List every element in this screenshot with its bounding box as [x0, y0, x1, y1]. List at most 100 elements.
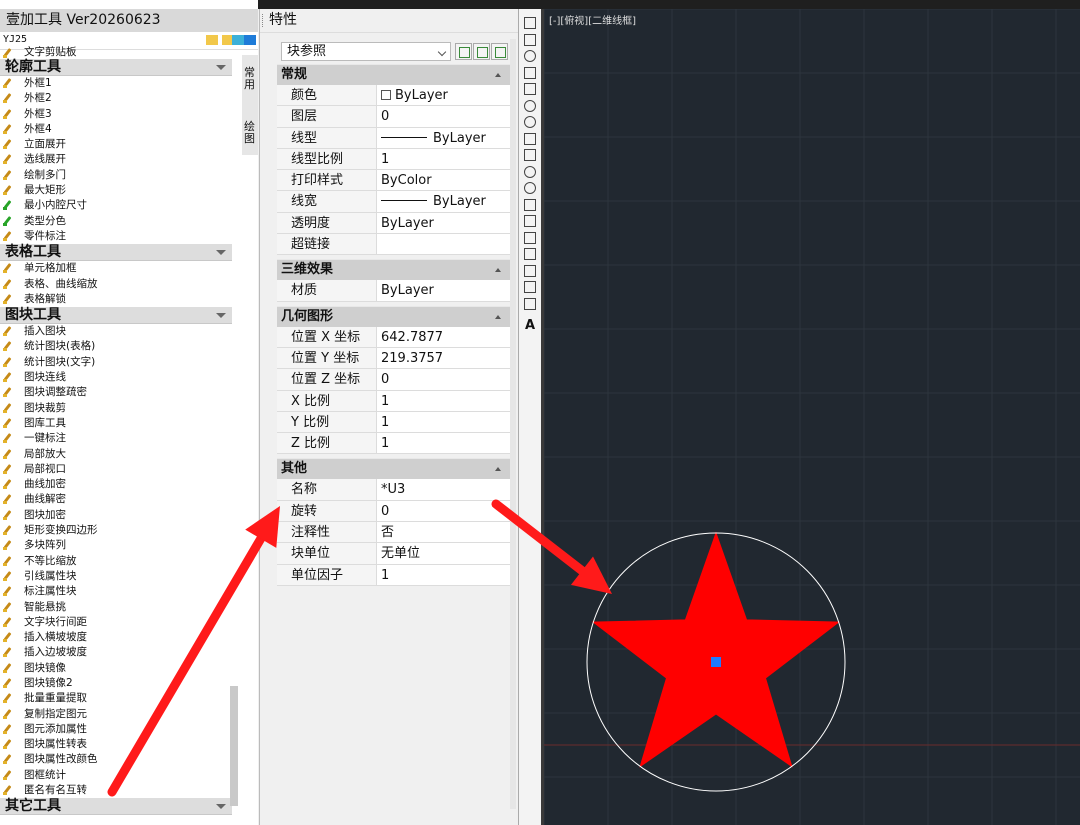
tool-item[interactable]: 矩形变换四边形 [0, 523, 232, 538]
quick-select-button[interactable] [491, 43, 508, 60]
tool-item[interactable]: 批量重量提取 [0, 691, 232, 706]
property-row[interactable]: 位置 Y 坐标 219.3757 [277, 347, 510, 370]
property-value-field[interactable]: 否 [377, 522, 510, 543]
tool-item[interactable]: 插入边坡坡度 [0, 645, 232, 660]
property-value-field[interactable]: *U3 [377, 479, 510, 500]
property-value-field[interactable]: ByLayer [377, 127, 510, 148]
tool-item[interactable]: 图块调整疏密 [0, 385, 232, 400]
folder-icon[interactable] [206, 35, 218, 45]
gradient-icon[interactable] [524, 264, 536, 277]
property-row[interactable]: 材质 ByLayer [277, 280, 510, 302]
property-row[interactable]: 块单位 无单位 [277, 543, 510, 565]
tool-item[interactable]: 图块加密 [0, 508, 232, 523]
edit-icon[interactable] [232, 35, 244, 45]
property-value-field[interactable]: 0 [377, 369, 510, 390]
tool-item[interactable]: 不等比缩放 [0, 554, 232, 569]
line-icon[interactable] [524, 17, 536, 29]
insert-block-icon[interactable] [524, 198, 536, 211]
undo-arc-icon[interactable] [524, 50, 536, 62]
property-row[interactable]: 线型比例 1 [277, 148, 510, 171]
tool-item[interactable]: 复制指定图元 [0, 707, 232, 722]
property-value-field[interactable]: 1 [377, 390, 510, 411]
property-row[interactable]: 位置 Z 坐标 0 [277, 369, 510, 391]
property-row[interactable]: 打印样式 ByColor [277, 170, 510, 192]
tool-item[interactable]: 图元添加属性 [0, 722, 232, 737]
text-tool-icon[interactable]: A [525, 318, 535, 333]
property-row[interactable]: Y 比例 1 [277, 411, 510, 434]
spline-icon[interactable] [524, 149, 536, 161]
tool-item[interactable]: 绘制多门 [0, 168, 232, 183]
property-value-field[interactable]: 1 [377, 148, 510, 170]
property-value-field[interactable] [377, 234, 510, 255]
property-value-field[interactable]: 0 [377, 106, 510, 127]
tool-category-header[interactable]: 图块工具 [0, 307, 232, 325]
tool-item[interactable]: 零件标注 [0, 229, 232, 244]
toggle-pickadd-button[interactable] [455, 43, 472, 60]
tool-item[interactable]: 图库工具 [0, 416, 232, 431]
property-value-field[interactable]: ByLayer [377, 191, 510, 212]
tool-item[interactable]: 立面展开 [0, 137, 232, 152]
export-icon[interactable] [244, 35, 256, 45]
tool-item[interactable]: 智能悬挑 [0, 600, 232, 615]
tool-item[interactable]: 引线属性块 [0, 569, 232, 584]
polyline-icon[interactable] [524, 33, 536, 46]
tab-draw[interactable]: 绘图 [244, 121, 256, 145]
tool-item[interactable]: 外框1 [0, 76, 232, 91]
tool-list-scrollbar[interactable] [230, 686, 238, 806]
point-icon[interactable] [524, 231, 536, 244]
tool-item[interactable]: 图框统计 [0, 768, 232, 783]
properties-scrollbar[interactable] [510, 39, 516, 809]
property-row[interactable]: 注释性否 [277, 522, 510, 544]
tool-item[interactable]: 外框4 [0, 122, 232, 137]
select-objects-button[interactable] [473, 43, 490, 60]
tool-category-header[interactable]: 其它工具 [0, 798, 232, 816]
tool-item[interactable]: 外框2 [0, 91, 232, 106]
tool-item[interactable]: 统计图块(表格) [0, 339, 232, 354]
property-value-field[interactable]: 无单位 [377, 543, 510, 564]
viewport-label[interactable]: [-][俯视][二维线框] [549, 12, 636, 27]
property-value-field[interactable]: ByLayer [377, 280, 510, 301]
region-icon[interactable] [524, 281, 536, 293]
tool-item[interactable]: 统计图块(文字) [0, 355, 232, 370]
tool-item[interactable]: 多块阵列 [0, 538, 232, 553]
tool-item[interactable]: 图块连线 [0, 370, 232, 385]
tool-item-partial[interactable]: 文字剪贴板 [0, 46, 232, 59]
tool-category-header[interactable]: 表格工具 [0, 244, 232, 262]
circle-icon[interactable] [524, 116, 536, 128]
property-row[interactable]: Z 比例 1 [277, 433, 510, 455]
property-value-field[interactable]: 1 [377, 433, 510, 454]
tool-item[interactable]: 图块镜像 [0, 661, 232, 676]
tool-item[interactable]: 插入横坡坡度 [0, 630, 232, 645]
tool-item[interactable]: 局部视口 [0, 462, 232, 477]
tool-item[interactable]: 最大矩形 [0, 183, 232, 198]
tool-item[interactable]: 图块属性转表 [0, 737, 232, 752]
tab-common[interactable]: 常用 [244, 67, 256, 91]
property-row[interactable]: 名称 *U3 [277, 479, 510, 501]
property-row[interactable]: 旋转 0 [277, 500, 510, 523]
property-value-field[interactable]: ByLayer [377, 85, 510, 106]
property-section-header[interactable]: 常规 [277, 64, 510, 85]
drawing-canvas[interactable]: [-][俯视][二维线框] [541, 9, 1080, 825]
make-block-icon[interactable] [524, 215, 536, 227]
tool-category-header[interactable]: 轮廓工具 [0, 59, 232, 76]
property-row[interactable]: 颜色 ByLayer [277, 85, 510, 107]
tool-item[interactable]: 曲线解密 [0, 492, 232, 507]
revcloud-icon[interactable] [524, 132, 536, 145]
object-type-select[interactable]: 块参照 [281, 42, 451, 61]
property-value-field[interactable]: 642.7877 [377, 326, 510, 347]
table-icon[interactable] [524, 297, 536, 310]
tool-item[interactable]: 图块裁剪 [0, 401, 232, 416]
property-section-header[interactable]: 三维效果 [277, 259, 510, 281]
tool-item[interactable]: 曲线加密 [0, 477, 232, 492]
hatch-icon[interactable] [524, 248, 536, 260]
tool-item[interactable]: 最小内腔尺寸 [0, 198, 232, 213]
property-section-header[interactable]: 几何图形 [277, 305, 510, 327]
property-row[interactable]: 线宽 ByLayer [277, 191, 510, 213]
tool-item[interactable]: 外框3 [0, 107, 232, 122]
property-row[interactable]: 超链接 [277, 234, 510, 256]
property-row[interactable]: 透明度 ByLayer [277, 212, 510, 235]
property-row[interactable]: 图层 0 [277, 106, 510, 128]
tool-item[interactable]: 局部放大 [0, 447, 232, 462]
ellipse-arc-icon[interactable] [524, 182, 536, 194]
property-row[interactable]: X 比例 1 [277, 390, 510, 412]
